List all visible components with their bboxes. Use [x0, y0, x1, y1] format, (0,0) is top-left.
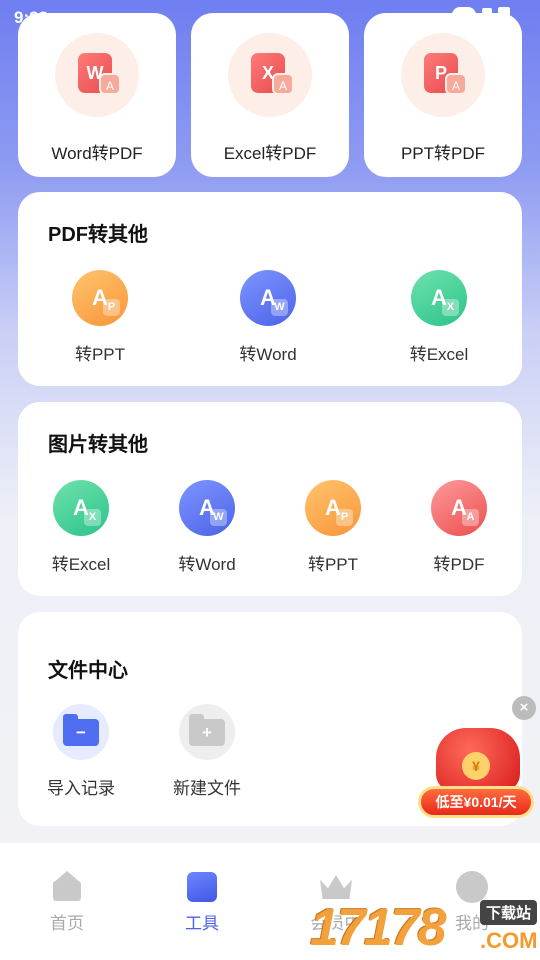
image-convert-section: 图片转其他 AX 转Excel AW 转Word AP 转PPT AA 转PDF — [18, 402, 522, 596]
card-label: Word转PDF — [51, 144, 143, 163]
tool-label: 转Word — [239, 345, 297, 364]
site-watermark: 17178 下载站 .COM — [310, 898, 540, 960]
watermark-tag: 下载站 — [480, 900, 538, 925]
close-icon[interactable]: × — [512, 696, 536, 720]
pdf-to-ppt-button[interactable]: AP 转PPT — [45, 270, 155, 365]
new-file-button[interactable]: + 新建文件 — [152, 704, 262, 799]
watermark-domain: .COM — [480, 928, 538, 953]
file-item-label: 新建文件 — [173, 779, 241, 798]
tool-label: 转Excel — [409, 345, 469, 364]
image-to-pdf-icon: AA — [431, 480, 487, 536]
tool-label: 转PPT — [307, 555, 359, 574]
word-to-pdf-card[interactable]: W A Word转PDF — [18, 13, 176, 177]
tool-label: 转Word — [178, 555, 236, 574]
image-to-excel-icon: AX — [53, 480, 109, 536]
import-records-button[interactable]: − 导入记录 — [26, 704, 136, 799]
tools-cube-icon — [186, 871, 218, 903]
excel-to-pdf-icon: X A — [228, 33, 312, 117]
nav-home[interactable]: 首页 — [17, 871, 117, 934]
image-to-word-icon: AW — [179, 480, 235, 536]
excel-to-pdf-card[interactable]: X A Excel转PDF — [191, 13, 349, 177]
nav-tools[interactable]: 工具 — [152, 871, 252, 934]
image-to-word-button[interactable]: AW 转Word — [152, 480, 262, 575]
word-to-pdf-icon: W A — [55, 33, 139, 117]
promo-price-text: 低至¥0.01/天 — [418, 786, 534, 818]
section-title: 图片转其他 — [48, 434, 148, 456]
add-folder-icon: + — [179, 704, 235, 760]
home-icon — [51, 871, 83, 903]
image-to-ppt-button[interactable]: AP 转PPT — [278, 480, 388, 575]
ppt-to-pdf-icon: P A — [401, 33, 485, 117]
folder-icon: − — [53, 704, 109, 760]
promo-banner[interactable]: × ¥ 低至¥0.01/天 — [414, 696, 536, 822]
pdf-to-ppt-icon: AP — [72, 270, 128, 326]
tool-label: 转Excel — [51, 555, 111, 574]
watermark-number: 17178 — [310, 899, 447, 957]
pdf-to-excel-icon: AX — [411, 270, 467, 326]
ppt-to-pdf-card[interactable]: P A PPT转PDF — [364, 13, 522, 177]
section-title: PDF转其他 — [48, 224, 148, 246]
coin-icon: ¥ — [462, 752, 490, 780]
card-label: PPT转PDF — [400, 144, 486, 163]
image-to-excel-button[interactable]: AX 转Excel — [26, 480, 136, 575]
section-title: 文件中心 — [48, 660, 128, 682]
image-to-pdf-button[interactable]: AA 转PDF — [404, 480, 514, 575]
pdf-convert-section: PDF转其他 AP 转PPT AW 转Word AX 转Excel — [18, 192, 522, 386]
card-label: Excel转PDF — [223, 144, 317, 163]
image-to-ppt-icon: AP — [305, 480, 361, 536]
pdf-to-word-button[interactable]: AW 转Word — [213, 270, 323, 365]
file-item-label: 导入记录 — [47, 779, 115, 798]
tool-label: 转PPT — [74, 345, 126, 364]
tool-label: 转PDF — [433, 555, 485, 574]
pdf-to-excel-button[interactable]: AX 转Excel — [384, 270, 494, 365]
pdf-to-word-icon: AW — [240, 270, 296, 326]
